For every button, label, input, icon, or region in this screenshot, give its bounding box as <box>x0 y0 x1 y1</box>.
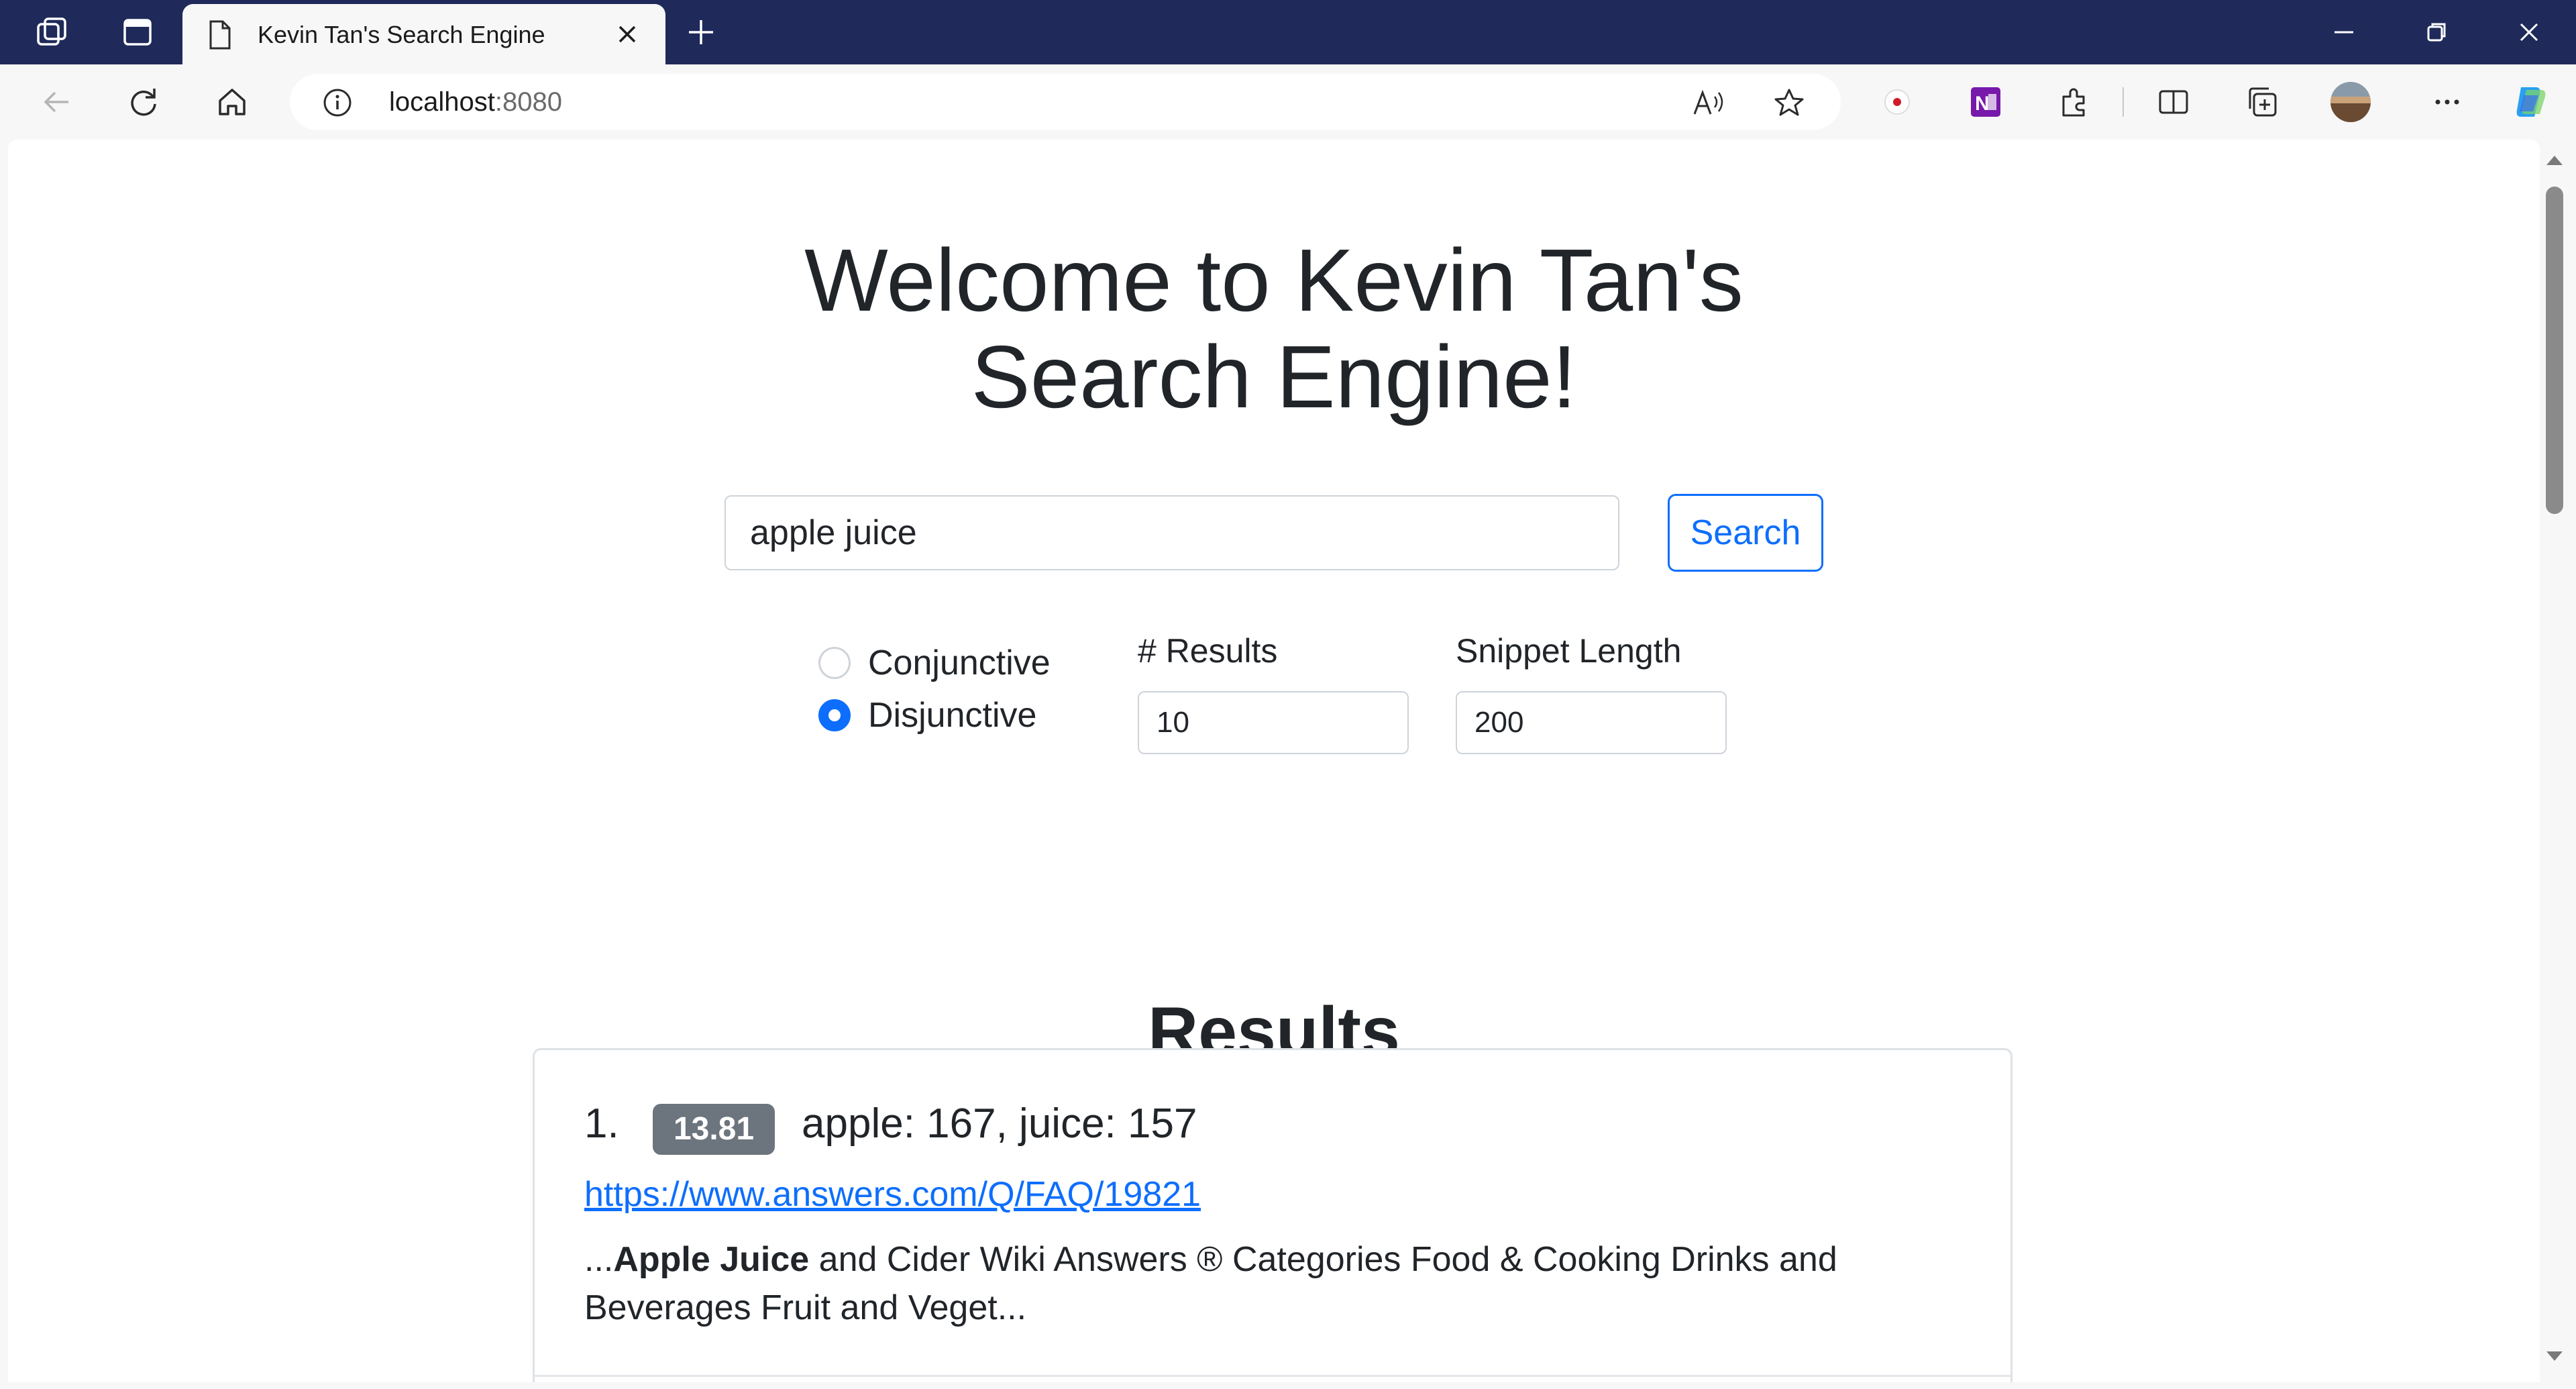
recording-extension-icon[interactable] <box>1876 81 1919 123</box>
site-info-icon[interactable] <box>322 87 353 118</box>
minimize-icon[interactable] <box>2324 13 2364 51</box>
search-input[interactable]: apple juice <box>724 495 1619 570</box>
snippet-length-label: Snippet Length <box>1456 632 1682 670</box>
back-icon[interactable] <box>36 82 76 122</box>
browser-titlebar: Kevin Tan's Search Engine <box>0 0 2576 64</box>
radio-disjunctive[interactable]: Disjunctive <box>818 694 1036 737</box>
more-options-icon[interactable] <box>2426 81 2469 123</box>
home-icon[interactable] <box>212 82 252 122</box>
num-results-label: # Results <box>1138 632 1278 670</box>
url-text: localhost:8080 <box>389 87 562 117</box>
onenote-icon[interactable]: N <box>1964 81 2007 123</box>
copilot-icon[interactable] <box>2509 81 2552 123</box>
snippet-length-input[interactable]: 200 <box>1456 691 1727 754</box>
radio-conjunctive-label: Conjunctive <box>868 644 1051 682</box>
snippet-highlight: Apple Juice <box>613 1240 810 1279</box>
tab-title: Kevin Tan's Search Engine <box>258 21 545 48</box>
toolbar-divider <box>2123 87 2124 117</box>
svg-text:N: N <box>1975 93 1990 115</box>
tab-active[interactable]: Kevin Tan's Search Engine <box>182 4 665 64</box>
extensions-puzzle-icon[interactable] <box>2053 81 2096 123</box>
radio-conjunctive-circle[interactable] <box>818 647 851 679</box>
scroll-thumb[interactable] <box>2546 187 2563 514</box>
radio-disjunctive-circle[interactable] <box>818 699 851 731</box>
scroll-down-arrow-icon[interactable] <box>2546 1351 2563 1361</box>
result-index: 1. <box>584 1100 619 1147</box>
new-tab-icon[interactable] <box>682 13 720 51</box>
profile-avatar[interactable] <box>2329 81 2372 123</box>
browser-toolbar: localhost:8080 N <box>0 64 2576 140</box>
card-divider <box>535 1375 2010 1377</box>
workspaces-icon[interactable] <box>32 13 71 51</box>
refresh-icon[interactable] <box>123 82 164 122</box>
read-aloud-icon[interactable] <box>1692 87 1725 118</box>
close-tab-icon[interactable] <box>612 19 643 50</box>
restore-icon[interactable] <box>2416 13 2457 51</box>
address-bar[interactable]: localhost:8080 <box>290 74 1841 130</box>
radio-conjunctive[interactable]: Conjunctive <box>818 641 1051 684</box>
page-title: Welcome to Kevin Tan's Search Engine! <box>804 231 1743 426</box>
result-card: 1. 13.81 apple: 167, juice: 157 https://… <box>533 1048 2012 1382</box>
page-viewport: Welcome to Kevin Tan's Search Engine! ap… <box>8 140 2540 1382</box>
vertical-tabs-icon[interactable] <box>118 13 157 51</box>
split-screen-icon[interactable] <box>2152 81 2195 123</box>
favorite-star-icon[interactable] <box>1772 87 1806 118</box>
search-button[interactable]: Search <box>1668 494 1823 572</box>
collections-icon[interactable] <box>2241 81 2284 123</box>
score-badge: 13.81 <box>653 1104 775 1155</box>
num-results-input[interactable]: 10 <box>1138 691 1409 754</box>
radio-disjunctive-label: Disjunctive <box>868 696 1037 735</box>
page-scrollbar[interactable] <box>2540 140 2569 1389</box>
result-link[interactable]: https://www.answers.com/Q/FAQ/19821 <box>584 1174 1201 1215</box>
result-title: apple: 167, juice: 157 <box>802 1100 1197 1147</box>
page-icon <box>207 19 237 51</box>
scroll-up-arrow-icon[interactable] <box>2546 156 2563 165</box>
close-window-icon[interactable] <box>2509 13 2549 51</box>
result-snippet: ...Apple Juice and Cider Wiki Answers ® … <box>584 1240 1837 1327</box>
